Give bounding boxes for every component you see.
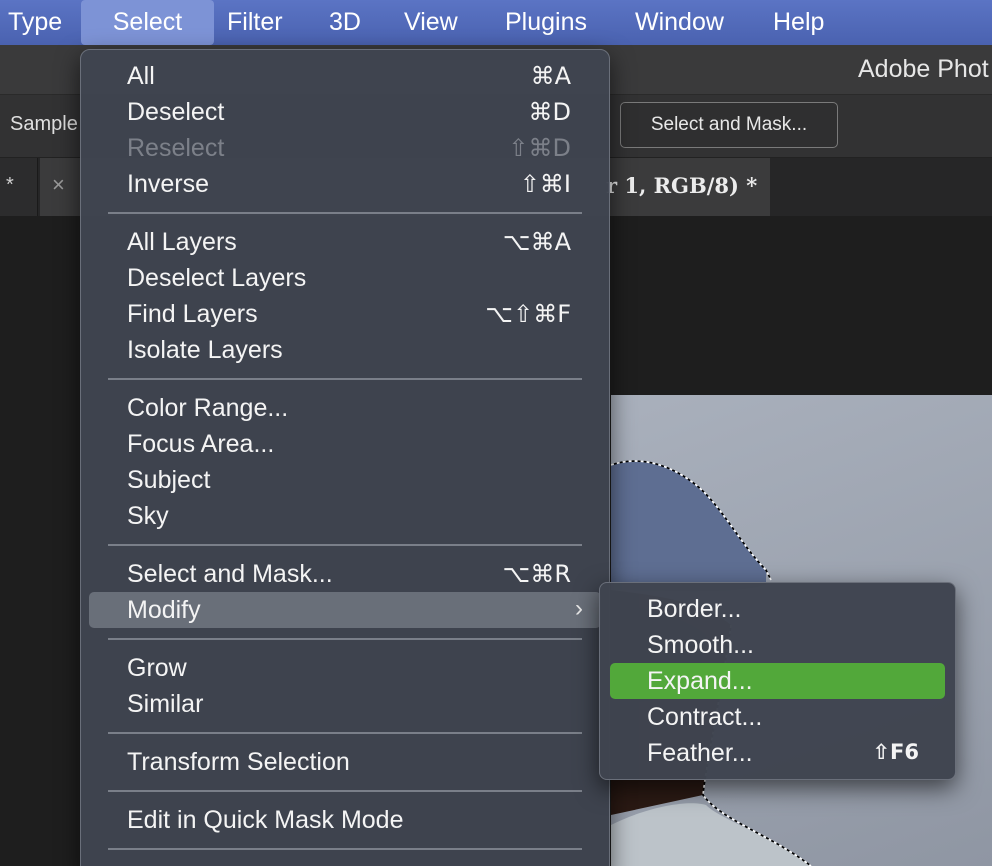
menu-item-subject[interactable]: Subject [89,462,601,498]
tab-modified-marker: * [6,174,14,196]
menu-separator [108,544,582,546]
menu-item-edit-in-quick-mask-mode[interactable]: Edit in Quick Mask Mode [89,802,601,838]
submenu-item-expand[interactable]: Expand... [610,663,945,699]
menu-item-find-layers[interactable]: Find Layers ⌥⇧⌘F [89,296,601,332]
menu-item-isolate-layers[interactable]: Isolate Layers [89,332,601,368]
submenu-item-smooth[interactable]: Smooth... [610,627,945,663]
menu-item-label: Color Range... [127,394,289,422]
menu-item-modify[interactable]: Modify › [89,592,601,628]
submenu-item-shortcut: ⇧F6 [872,740,919,764]
submenu-item-border[interactable]: Border... [610,591,945,627]
menu-separator [108,790,582,792]
menu-3d[interactable]: 3D [329,0,361,45]
modify-submenu: Border... Smooth... Expand... Contract..… [599,582,956,780]
submenu-item-contract[interactable]: Contract... [610,699,945,735]
menu-select[interactable]: Select [81,0,214,45]
menu-item-label: Similar [127,690,204,718]
select-and-mask-button[interactable]: Select and Mask... [620,102,838,148]
menu-item-label: All [127,62,155,90]
menu-item-transform-selection[interactable]: Transform Selection [89,744,601,780]
submenu-item-label: Contract... [647,703,763,731]
menu-item-all-layers[interactable]: All Layers ⌥⌘A [89,224,601,260]
menu-item-label: Inverse [127,170,209,198]
menu-item-label: Edit in Quick Mask Mode [127,806,404,834]
menu-type[interactable]: Type [8,0,62,45]
document-tab-title: r 1, RGB/8) * [606,173,758,198]
menu-item-label: Modify [127,596,201,624]
menu-item-label: Subject [127,466,211,494]
menu-window[interactable]: Window [635,0,724,45]
menu-item-inverse[interactable]: Inverse ⇧⌘I [89,166,601,202]
menu-item-shortcut: ⇧⌘D [508,134,571,162]
menu-item-select-and-mask[interactable]: Select and Mask... ⌥⌘R [89,556,601,592]
app-title: Adobe Phot [858,55,989,83]
menu-separator [108,848,582,850]
menu-item-deselect-layers[interactable]: Deselect Layers [89,260,601,296]
menu-item-similar[interactable]: Similar [89,686,601,722]
submenu-item-label: Feather... [647,739,753,767]
menu-item-shortcut: ⇧⌘I [519,170,571,198]
menu-item-label: Grow [127,654,187,682]
menu-filter[interactable]: Filter [227,0,283,45]
menu-item-shortcut: ⌥⌘A [502,228,571,256]
select-menu: All ⌘A Deselect ⌘D Reselect ⇧⌘D Inverse … [80,49,610,866]
menu-item-reselect: Reselect ⇧⌘D [89,130,601,166]
menu-item-color-range[interactable]: Color Range... [89,390,601,426]
menu-bar: Type Select Filter 3D View Plugins Windo… [0,0,992,45]
document-tab-previous[interactable]: * [0,158,38,216]
submenu-item-feather[interactable]: Feather... ⇧F6 [610,735,945,771]
menu-item-label: Reselect [127,134,225,162]
menu-item-shortcut: ⌥⇧⌘F [485,300,571,328]
sample-label: Sample [10,113,78,135]
menu-item-shortcut: ⌘D [528,98,571,126]
menu-item-all[interactable]: All ⌘A [89,58,601,94]
menu-help[interactable]: Help [773,0,824,45]
menu-separator [108,378,582,380]
menu-item-label: Sky [127,502,169,530]
menu-item-label: All Layers [127,228,237,256]
menu-item-deselect[interactable]: Deselect ⌘D [89,94,601,130]
menu-view[interactable]: View [404,0,458,45]
submenu-item-label: Expand... [647,667,753,695]
menu-item-label: Find Layers [127,300,258,328]
menu-item-grow[interactable]: Grow [89,650,601,686]
menu-item-label: Select and Mask... [127,560,333,588]
menu-item-label: Deselect Layers [127,264,307,292]
menu-separator [108,638,582,640]
submenu-item-label: Border... [647,595,742,623]
menu-item-shortcut: ⌘A [530,62,571,90]
menu-item-label: Deselect [127,98,225,126]
close-icon[interactable]: × [52,172,65,198]
menu-item-label: Focus Area... [127,430,275,458]
menu-plugins[interactable]: Plugins [505,0,587,45]
chevron-right-icon: › [575,595,583,622]
menu-item-sky[interactable]: Sky [89,498,601,534]
menu-item-label: Isolate Layers [127,336,283,364]
menu-separator [108,732,582,734]
menu-item-shortcut: ⌥⌘R [502,560,571,588]
submenu-item-label: Smooth... [647,631,754,659]
menu-item-label: Transform Selection [127,748,350,776]
menu-item-focus-area[interactable]: Focus Area... [89,426,601,462]
menu-separator [108,212,582,214]
